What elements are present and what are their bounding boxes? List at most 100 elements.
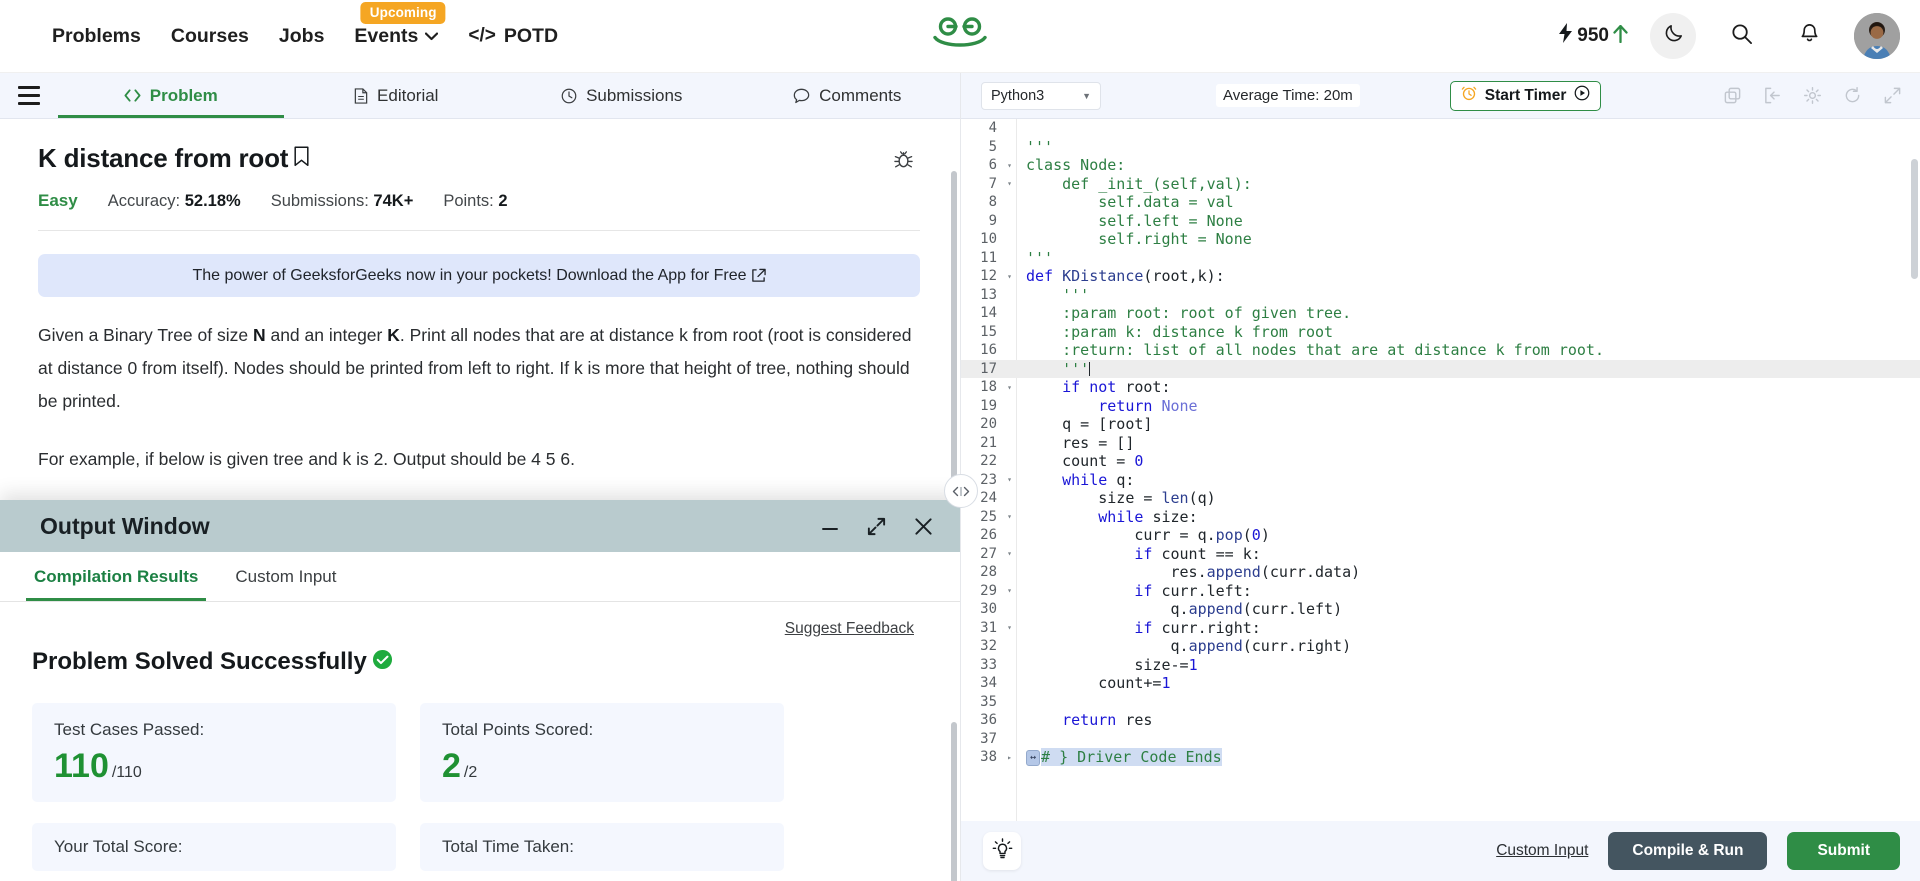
menu-hamburger-icon[interactable] [0, 73, 58, 118]
code-fold-toggle-icon[interactable]: ▾ [1003, 549, 1016, 558]
code-line[interactable]: 10 self.right = None [961, 230, 1920, 249]
code-line[interactable]: 37 [961, 730, 1920, 749]
code-text: def _init_(self,val): [1026, 174, 1252, 193]
tab-problem[interactable]: Problem [58, 73, 284, 118]
code-line[interactable]: 23 ▾ while q: [961, 471, 1920, 490]
minimize-icon[interactable] [820, 520, 840, 532]
bug-icon[interactable] [893, 149, 914, 175]
code-line[interactable]: 19 return None [961, 397, 1920, 416]
stat-label: Your Total Score: [54, 837, 183, 856]
tab-custom-input[interactable]: Custom Input [233, 552, 338, 601]
code-line[interactable]: 9 self.left = None [961, 212, 1920, 231]
tab-editorial[interactable]: Editorial [284, 73, 510, 118]
fullscreen-icon[interactable] [1883, 86, 1902, 105]
dark-mode-toggle[interactable] [1650, 13, 1696, 59]
code-line[interactable]: 36 return res [961, 711, 1920, 730]
code-text: ''' [1026, 137, 1054, 156]
code-text: res.append(curr.data) [1170, 563, 1361, 582]
reset-icon[interactable] [1843, 86, 1862, 105]
code-line[interactable]: 17 ''' [961, 359, 1920, 378]
code-line[interactable]: 4 [961, 119, 1920, 138]
hint-button[interactable] [983, 832, 1021, 870]
code-line[interactable]: 18 ▾ if not root: [961, 378, 1920, 397]
compile-run-button[interactable]: Compile & Run [1608, 832, 1768, 870]
tab-label: Problem [149, 85, 218, 105]
code-fold-toggle-icon[interactable]: ▾ [1003, 383, 1016, 392]
custom-input-link[interactable]: Custom Input [1496, 842, 1588, 860]
code-lines: 4 5 ''' 6 ▾ class Node: 7 ▾ def _init_(self,val… [961, 119, 1920, 767]
tab-comments[interactable]: Comments [735, 73, 961, 118]
tab-compilation-results[interactable]: Compilation Results [25, 552, 207, 601]
nav-item-courses[interactable]: Courses [171, 25, 249, 48]
code-line[interactable]: 25 ▾ while size: [961, 508, 1920, 527]
import-icon[interactable] [1763, 86, 1782, 105]
code-line[interactable]: 27 ▾ if count == k: [961, 545, 1920, 564]
problem-scrollbar[interactable] [951, 171, 957, 521]
nav-item-potd[interactable]: </> POTD [468, 25, 558, 48]
code-line[interactable]: 32 q.append(curr.right) [961, 637, 1920, 656]
code-line[interactable]: 31 ▾ if curr.right: [961, 619, 1920, 638]
notifications-button[interactable] [1786, 13, 1832, 59]
code-fold-toggle-icon[interactable]: ▾ [1003, 586, 1016, 595]
nav-item-problems[interactable]: Problems [52, 25, 141, 48]
gfg-logo[interactable] [928, 14, 992, 59]
code-line[interactable]: 30 q.append(curr.left) [961, 600, 1920, 619]
code-line[interactable]: 28 res.append(curr.data) [961, 563, 1920, 582]
code-text: size = len(q) [1098, 489, 1216, 508]
code-line[interactable]: 5 ''' [961, 138, 1920, 157]
code-line[interactable]: 6 ▾ class Node: [961, 156, 1920, 175]
code-fold-toggle-icon[interactable]: ▾ [1003, 161, 1016, 170]
code-text: :return: list of all nodes that are at d… [1026, 341, 1604, 360]
comment-icon [793, 88, 810, 104]
search-button[interactable] [1718, 13, 1764, 59]
app-download-banner[interactable]: The power of GeeksforGeeks now in your p… [38, 254, 920, 297]
pane-resize-handle[interactable] [944, 474, 978, 508]
line-number: 11 [980, 249, 997, 266]
tab-submissions[interactable]: Submissions [509, 73, 735, 118]
stat-label: Total Time Taken: [442, 837, 574, 856]
code-fold-toggle-icon[interactable]: ▾ [1003, 512, 1016, 521]
close-icon[interactable] [913, 516, 934, 537]
code-line[interactable]: 15 :param k: distance k from root [961, 323, 1920, 342]
code-line[interactable]: 20 q = [root] [961, 415, 1920, 434]
language-select[interactable]: Python3 ▼ [981, 81, 1101, 110]
line-number: 30 [980, 601, 997, 618]
points-stat: Points: 2 [443, 192, 507, 211]
code-line[interactable]: 38 ▸ ↔ # } Driver Code Ends [961, 748, 1920, 767]
code-line[interactable]: 34 count+=1 [961, 674, 1920, 693]
code-fold-toggle-icon[interactable]: ▾ [1003, 179, 1016, 188]
editor-scrollbar[interactable] [1911, 159, 1918, 279]
expand-icon[interactable] [866, 516, 887, 537]
code-line[interactable]: 12 ▾ def KDistance(root,k): [961, 267, 1920, 286]
code-line[interactable]: 35 [961, 693, 1920, 712]
code-line[interactable]: 22 count = 0 [961, 452, 1920, 471]
code-editor[interactable]: 4 5 ''' 6 ▾ class Node: 7 ▾ def _init_(self,val… [961, 119, 1920, 821]
bookmark-icon[interactable] [293, 143, 310, 174]
code-line[interactable]: 7 ▾ def _init_(self,val): [961, 175, 1920, 194]
settings-gear-icon[interactable] [1803, 86, 1822, 105]
code-fold-toggle-icon[interactable]: ▾ [1003, 623, 1016, 632]
submit-button[interactable]: Submit [1787, 832, 1900, 870]
avatar[interactable] [1854, 13, 1900, 59]
code-line[interactable]: 8 self.data = val [961, 193, 1920, 212]
code-fold-toggle-icon[interactable]: ▾ [1003, 272, 1016, 281]
nav-item-events[interactable]: Upcoming Events [354, 1, 446, 48]
code-line[interactable]: 11 ''' [961, 249, 1920, 268]
code-line[interactable]: 13 ''' [961, 286, 1920, 305]
code-line[interactable]: 16 :return: list of all nodes that are a… [961, 341, 1920, 360]
copy-icon[interactable] [1723, 86, 1742, 105]
nav-item-jobs[interactable]: Jobs [279, 25, 325, 48]
streak-counter[interactable]: 950 [1559, 23, 1628, 49]
output-window-scrollbar[interactable] [951, 722, 957, 881]
code-line[interactable]: 33 size-=1 [961, 656, 1920, 675]
collapsed-region-icon[interactable]: ↔ [1026, 749, 1041, 766]
start-timer-button[interactable]: Start Timer [1449, 80, 1602, 111]
code-line[interactable]: 21 res = [] [961, 434, 1920, 453]
suggest-feedback-link[interactable]: Suggest Feedback [785, 620, 914, 638]
code-line[interactable]: 14 :param root: root of given tree. [961, 304, 1920, 323]
code-line[interactable]: 26 curr = q.pop(0) [961, 526, 1920, 545]
code-fold-toggle-icon[interactable]: ▸ [1003, 753, 1016, 762]
code-line[interactable]: 29 ▾ if curr.left: [961, 582, 1920, 601]
code-fold-toggle-icon[interactable]: ▾ [1003, 475, 1016, 484]
code-line[interactable]: 24 size = len(q) [961, 489, 1920, 508]
